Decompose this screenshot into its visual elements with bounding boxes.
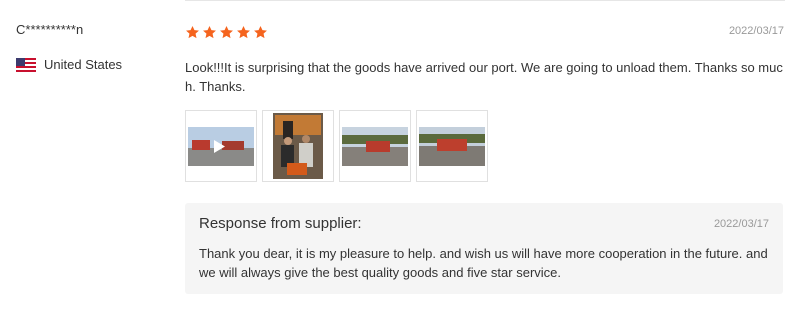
reviewer-country: United States (16, 57, 122, 72)
response-date: 2022/03/17 (713, 218, 769, 230)
review-text: Look!!!It is surprising that the goods h… (185, 60, 783, 94)
photo-thumbnail[interactable] (339, 110, 411, 182)
divider (185, 0, 785, 1)
us-flag-icon (16, 57, 36, 72)
photo-preview-image (263, 111, 333, 181)
star-icon (220, 25, 233, 39)
reviewer-name: C**********n (16, 22, 84, 37)
star-icon (186, 25, 199, 39)
star-rating (185, 25, 268, 40)
country-name: United States (44, 57, 123, 72)
photo-preview-image (417, 111, 487, 181)
review-date: 2022/03/17 (728, 25, 784, 37)
response-text: Thank you dear, it is my pleasure to hel… (199, 246, 768, 280)
video-thumbnail[interactable] (185, 110, 257, 182)
star-icon (254, 25, 267, 39)
star-icon (203, 25, 216, 39)
video-preview-image (186, 111, 256, 181)
photo-preview-image (340, 111, 410, 181)
photo-thumbnail[interactable] (416, 110, 488, 182)
response-title: Response from supplier: (199, 215, 362, 232)
star-icon (237, 25, 250, 39)
supplier-response: Response from supplier: 2022/03/17 Thank… (185, 203, 783, 294)
review-media (185, 110, 488, 182)
photo-thumbnail[interactable] (262, 110, 334, 182)
